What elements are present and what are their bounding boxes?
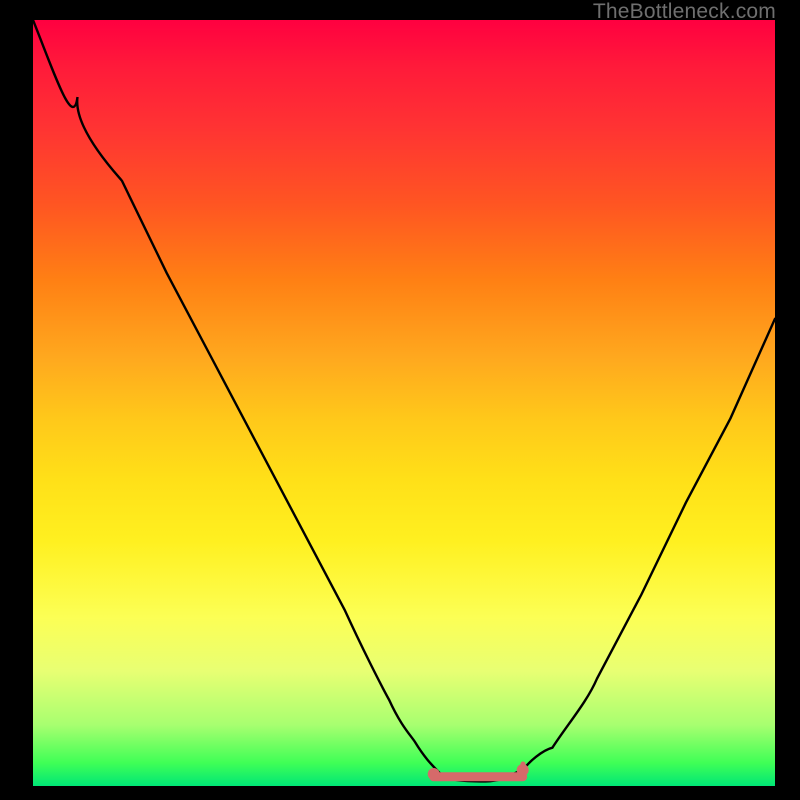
sweet-spot-marker: [428, 764, 529, 780]
chart-frame: TheBottleneck.com: [0, 0, 800, 800]
bottleneck-curve-svg: [33, 20, 775, 786]
bottleneck-curve: [33, 20, 775, 781]
watermark-text: TheBottleneck.com: [593, 0, 776, 24]
plot-area: [33, 20, 775, 786]
